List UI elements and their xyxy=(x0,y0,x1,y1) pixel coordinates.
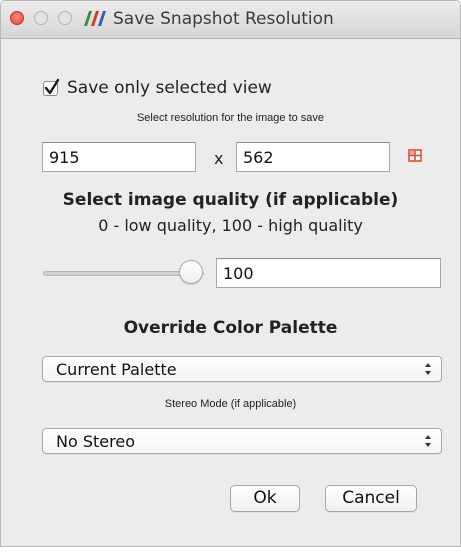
palette-select-value: Current Palette xyxy=(56,360,177,379)
save-snapshot-dialog: Save Snapshot Resolution Save only selec… xyxy=(0,0,461,547)
palette-select[interactable]: Current Palette xyxy=(42,356,442,382)
title-bar[interactable]: Save Snapshot Resolution xyxy=(1,1,460,39)
width-input[interactable]: 915 xyxy=(42,142,196,172)
checkbox-label: Save only selected view xyxy=(67,78,272,98)
updown-arrows-icon xyxy=(425,363,431,375)
quality-description: 0 - low quality, 100 - high quality xyxy=(98,216,363,235)
checkbox-box[interactable] xyxy=(43,78,60,96)
palette-heading: Override Color Palette xyxy=(123,318,338,338)
stereo-select-value: No Stereo xyxy=(56,432,135,451)
quality-slider-thumb[interactable] xyxy=(179,260,203,284)
updown-arrows-icon xyxy=(425,435,431,447)
height-input[interactable]: 562 xyxy=(236,142,390,172)
checkmark-icon xyxy=(44,78,60,95)
ok-button[interactable]: Ok xyxy=(230,485,300,512)
paraview-logo-icon xyxy=(84,11,106,26)
quality-heading: Select image quality (if applicable) xyxy=(62,190,399,210)
resolution-label: Select resolution for the image to save xyxy=(136,112,325,124)
close-window-button[interactable] xyxy=(10,11,24,25)
minimize-window-button[interactable] xyxy=(34,11,48,25)
stereo-label: Stereo Mode (if applicable) xyxy=(164,398,297,410)
times-separator: x xyxy=(214,149,224,168)
quality-input[interactable]: 100 xyxy=(216,258,441,288)
window-title: Save Snapshot Resolution xyxy=(113,9,334,29)
zoom-window-button[interactable] xyxy=(58,11,72,25)
cancel-button[interactable]: Cancel xyxy=(325,485,417,512)
aspect-lock-icon[interactable] xyxy=(403,144,427,168)
stereo-select[interactable]: No Stereo xyxy=(42,428,442,454)
